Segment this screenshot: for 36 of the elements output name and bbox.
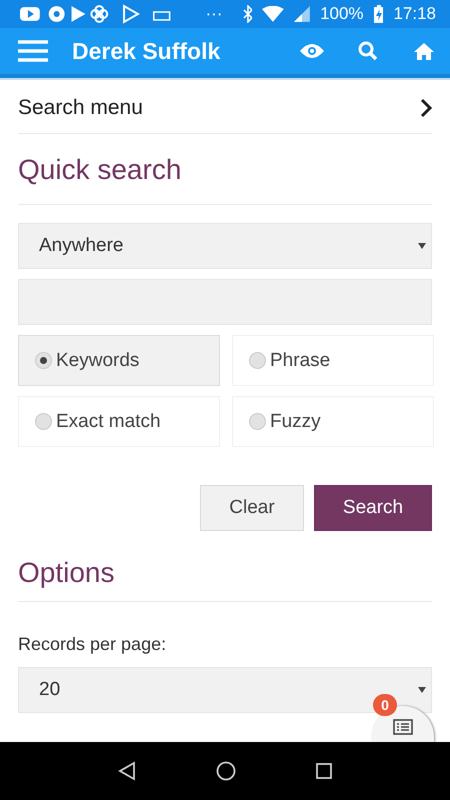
- battery-level: 100%: [320, 4, 364, 24]
- search-mode-option[interactable]: Keywords: [18, 335, 220, 386]
- menu-icon[interactable]: [18, 40, 48, 62]
- search-menu-label: Search menu: [18, 96, 143, 120]
- dropdown-caret-icon: [417, 242, 427, 250]
- list-icon: [393, 719, 413, 735]
- search-mode-option[interactable]: Phrase: [232, 335, 434, 386]
- clear-button[interactable]: Clear: [200, 485, 304, 531]
- battery-charging-icon: [374, 5, 384, 23]
- radio-button[interactable]: [249, 413, 266, 430]
- chevron-right-icon: [420, 98, 432, 118]
- signal-icon: [294, 6, 310, 22]
- search-mode-option[interactable]: Fuzzy: [232, 396, 434, 447]
- bluetooth-icon: [242, 5, 252, 23]
- search-input-field[interactable]: [18, 279, 432, 325]
- search-icon[interactable]: [358, 41, 378, 61]
- radio-button[interactable]: [249, 352, 266, 369]
- records-per-page-label: Records per page:: [18, 634, 168, 655]
- recents-icon[interactable]: [316, 763, 332, 779]
- app-title: Derek Suffolk: [72, 38, 222, 64]
- search-mode-option[interactable]: Exact match: [18, 396, 220, 447]
- scope-select[interactable]: Anywhere: [18, 223, 432, 269]
- home-circle-icon[interactable]: [216, 761, 236, 781]
- quick-search-heading: Quick search: [18, 134, 432, 205]
- search-button[interactable]: Search: [314, 485, 432, 531]
- more-notifications: ···: [206, 4, 222, 24]
- eye-icon[interactable]: [300, 43, 324, 59]
- home-icon[interactable]: [414, 42, 434, 60]
- back-icon[interactable]: [118, 761, 136, 781]
- dropdown-caret-icon: [417, 686, 427, 694]
- clock: 17:18: [393, 4, 436, 24]
- options-heading: Options: [18, 531, 432, 602]
- radio-button[interactable]: [35, 413, 52, 430]
- radio-button[interactable]: [35, 352, 52, 369]
- search-menu-row[interactable]: Search menu: [18, 82, 432, 134]
- wifi-icon: [262, 6, 284, 22]
